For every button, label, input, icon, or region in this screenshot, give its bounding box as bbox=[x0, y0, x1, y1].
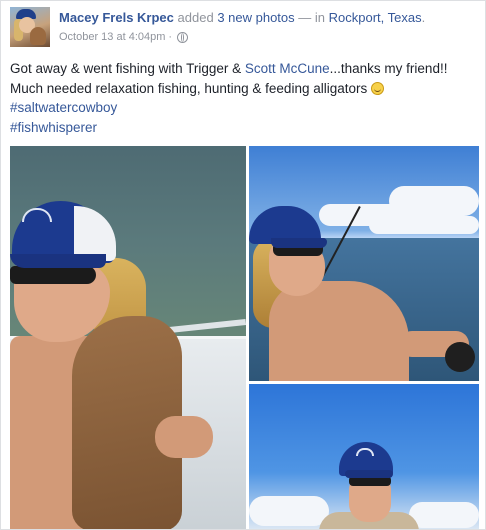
post-header: Macey Frels Krpec added 3 new photos — i… bbox=[10, 7, 480, 49]
photo-woman-fishing-on-water[interactable] bbox=[249, 146, 479, 381]
body-line-1: Got away & went fishing with Trigger & S… bbox=[10, 59, 480, 79]
author-avatar[interactable] bbox=[10, 7, 50, 47]
photo-woman-with-dog-on-boat[interactable] bbox=[10, 146, 246, 529]
location-link[interactable]: Rockport, Texas bbox=[329, 10, 422, 25]
post-title-line: Macey Frels Krpec added 3 new photos — i… bbox=[59, 10, 425, 25]
mention-link[interactable]: Scott McCune bbox=[245, 61, 330, 76]
body-line-2: Much needed relaxation fishing, hunting … bbox=[10, 79, 480, 99]
photo-count-link[interactable]: 3 new photos bbox=[217, 10, 294, 25]
photo-woman-holding-fish[interactable] bbox=[249, 384, 479, 529]
smile-emoji-icon bbox=[371, 81, 384, 95]
body-line-1-end: ...thanks my friend!! bbox=[329, 61, 448, 76]
facebook-post: Macey Frels Krpec added 3 new photos — i… bbox=[0, 0, 486, 530]
hashtag-line-1: #saltwatercowboy bbox=[10, 98, 480, 118]
post-body: Got away & went fishing with Trigger & S… bbox=[10, 59, 480, 137]
action-text: added bbox=[177, 10, 214, 25]
hashtag-link[interactable]: #saltwatercowboy bbox=[10, 100, 117, 115]
author-name-link[interactable]: Macey Frels Krpec bbox=[59, 10, 174, 25]
post-timestamp[interactable]: October 13 at 4:04pm bbox=[59, 31, 165, 43]
hashtag-link[interactable]: #fishwhisperer bbox=[10, 120, 97, 135]
hashtag-line-2: #fishwhisperer bbox=[10, 118, 480, 138]
body-line-2-text: Much needed relaxation fishing, hunting … bbox=[10, 80, 371, 96]
post-meta: October 13 at 4:04pm · bbox=[59, 31, 189, 43]
body-line-1-start: Got away & went fishing with Trigger & bbox=[10, 61, 245, 76]
location-suffix: . bbox=[421, 10, 426, 25]
location-prefix: — in bbox=[298, 10, 326, 25]
meta-separator: · bbox=[168, 31, 173, 43]
globe-icon[interactable] bbox=[177, 31, 189, 43]
